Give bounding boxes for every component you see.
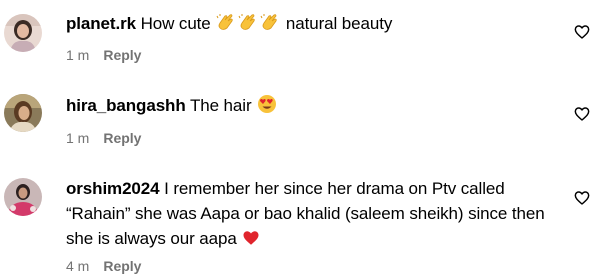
comment-text-before: How cute <box>135 14 216 33</box>
comment-meta: 1 m Reply <box>66 129 141 147</box>
comment-username[interactable]: planet.rk <box>66 14 136 33</box>
comment-text: hira_bangashh The hair <box>66 94 566 121</box>
avatar[interactable] <box>4 14 42 52</box>
comment-timestamp: 1 m <box>66 130 90 146</box>
avatar[interactable] <box>4 94 42 132</box>
red-heart-icon <box>242 229 260 254</box>
comment-username[interactable]: orshim2024 <box>66 179 160 198</box>
comment-text-before: The hair <box>185 96 257 115</box>
avatar[interactable] <box>4 178 42 216</box>
comment-timestamp: 4 m <box>66 258 90 274</box>
comment-text: orshim2024 I remember her since her dram… <box>66 176 566 254</box>
heart-outline-icon[interactable] <box>574 106 590 122</box>
comment-username[interactable]: hira_bangashh <box>66 96 186 115</box>
clapping-hands-icon <box>238 12 258 39</box>
reply-button[interactable]: Reply <box>103 258 141 274</box>
comment-meta: 1 m Reply <box>66 46 141 64</box>
clapping-hands-icon <box>216 12 236 39</box>
reply-button[interactable]: Reply <box>103 130 141 146</box>
clapping-hands-icon <box>260 12 280 39</box>
comment-meta: 4 m Reply <box>66 257 141 275</box>
reply-button[interactable]: Reply <box>103 47 141 63</box>
heart-outline-icon[interactable] <box>574 190 590 206</box>
comment-text: planet.rk How cute natural beauty <box>66 12 566 39</box>
heart-outline-icon[interactable] <box>574 24 590 40</box>
comment-timestamp: 1 m <box>66 47 90 63</box>
comment-text-after: natural beauty <box>281 14 393 33</box>
heart-eyes-icon <box>257 94 277 121</box>
